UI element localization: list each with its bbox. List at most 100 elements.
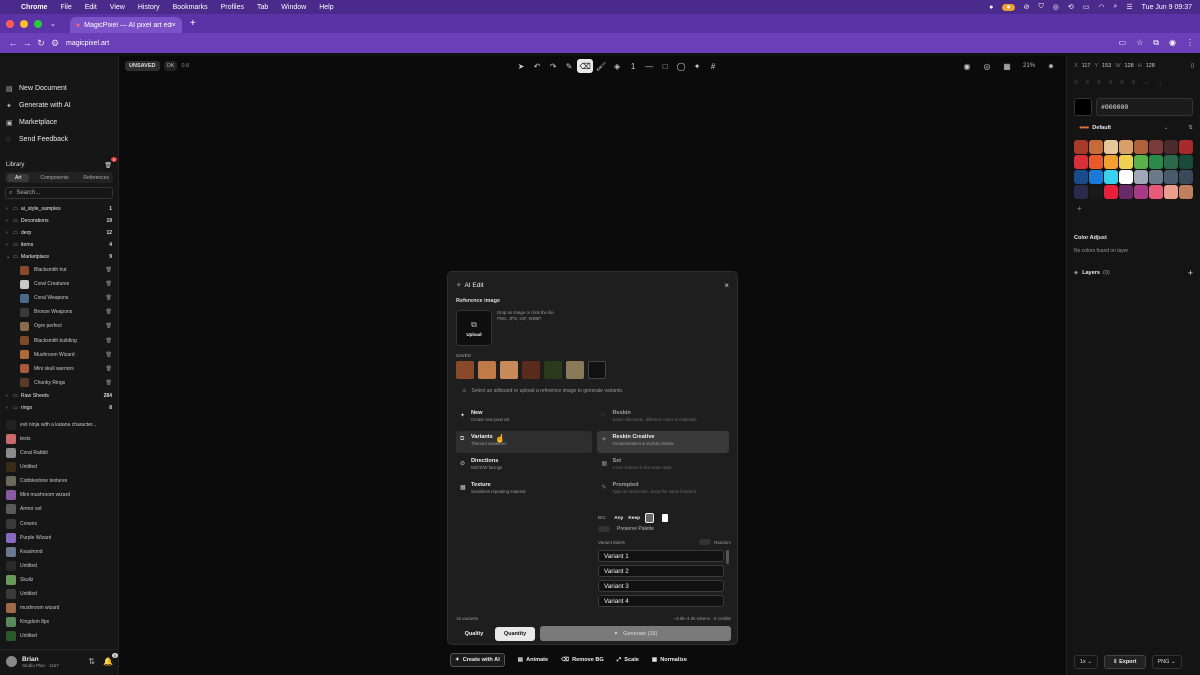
browser-tab[interactable]: ● MagicPixel — AI pixel art edit × [69, 17, 182, 33]
document-item[interactable]: evil ninja with a katana character... [0, 418, 118, 432]
close-icon[interactable]: × [724, 281, 729, 290]
document-item[interactable]: Coral Rabbit [0, 446, 118, 460]
library-search[interactable]: ⌕ Search... [5, 187, 113, 199]
trash-icon[interactable]: 🗑 [106, 281, 112, 287]
align-left-icon[interactable]: ≡ [1074, 80, 1078, 86]
mode-option-reskin[interactable]: ◌ Reskin Same silhouette, different colors… [597, 407, 729, 429]
folder-row[interactable]: ⌄ ▭ Marketplace 9 [0, 251, 118, 263]
pencil-icon[interactable]: ✎ [561, 59, 577, 73]
export-button[interactable]: ⇩ Export [1103, 655, 1146, 669]
document-item[interactable]: Purple Wizard [0, 531, 118, 545]
document-item[interactable]: Untitled [0, 559, 118, 573]
wifi-icon[interactable]: ◠ [1098, 3, 1104, 11]
mode-option-set[interactable]: ▦ Set A set of items in the same style [597, 455, 729, 477]
library-item[interactable]: Bronze Weapons 🗑 [0, 305, 118, 319]
color-swatch[interactable] [1104, 185, 1118, 199]
distribute-v-icon[interactable]: ⋮ [1157, 80, 1163, 87]
back-icon[interactable]: ← [6, 38, 20, 48]
battery-icon[interactable]: ▭ [1083, 3, 1090, 11]
globe-icon[interactable]: ◎ [1053, 3, 1059, 11]
color-swatch[interactable] [1179, 140, 1193, 154]
variant-label-input[interactable]: Variant 2 [598, 565, 724, 577]
color-swatch[interactable] [1149, 155, 1163, 169]
trash-icon[interactable]: 🗑 [106, 380, 112, 386]
generate-ai-item[interactable]: ✦ Generate with AI [0, 97, 118, 114]
bg-any-option[interactable]: Any [614, 516, 623, 521]
library-item[interactable]: Chunky Rings 🗑 [0, 376, 118, 390]
magic-wand-icon[interactable]: ✦ [689, 59, 705, 73]
color-swatch[interactable] [1134, 155, 1148, 169]
preserve-palette-toggle[interactable] [598, 526, 610, 532]
color-swatch[interactable] [1089, 155, 1103, 169]
variant-label-input[interactable]: Variant 1 [598, 550, 724, 562]
zoom-level[interactable]: 21% [1023, 63, 1035, 69]
layers-header[interactable]: ◈ Layers (0) + [1074, 268, 1193, 278]
animate-button[interactable]: ▤ Animate [518, 657, 548, 663]
color-swatch[interactable] [1134, 185, 1148, 199]
align-center-icon[interactable]: ≡ [1086, 80, 1090, 86]
document-item[interactable]: Cobblestone textures [0, 474, 118, 488]
color-swatch[interactable] [1164, 140, 1178, 154]
saved-thumb[interactable] [544, 361, 562, 379]
saved-thumb[interactable] [456, 361, 474, 379]
color-swatch[interactable] [1179, 155, 1193, 169]
saved-thumb[interactable] [500, 361, 518, 379]
user-profile[interactable]: Brian Studio Plan · 1167 ⇅ 🔔 5 [0, 649, 119, 673]
tab-search-icon[interactable]: ⌄ [50, 20, 56, 28]
document-item[interactable]: Untitled [0, 629, 118, 643]
trash-icon[interactable]: 🗑 [106, 323, 112, 329]
color-swatch[interactable] [1179, 170, 1193, 184]
bookmark-star-icon[interactable]: ☆ [1136, 38, 1143, 48]
align-bottom-icon[interactable]: ≡ [1132, 80, 1136, 86]
color-swatch[interactable] [1074, 170, 1088, 184]
document-item[interactable]: Armor set [0, 502, 118, 516]
document-item[interactable]: Kingdom 8px [0, 615, 118, 629]
menu-tab[interactable]: Tab [257, 4, 268, 11]
zoom-window-icon[interactable] [34, 19, 42, 28]
sync-icon[interactable]: ⟲ [1068, 3, 1074, 11]
color-swatch[interactable] [1164, 155, 1178, 169]
control-center-icon[interactable]: ☰ [1126, 3, 1132, 11]
folder-row[interactable]: › ▭ derp 12 [0, 227, 118, 239]
clock[interactable]: Tue Jun 9 09:37 [1142, 4, 1192, 11]
color-swatch[interactable] [1149, 185, 1163, 199]
folder-row[interactable]: › ▭ items 4 [0, 239, 118, 251]
cast-icon[interactable]: ▭ [1119, 38, 1127, 48]
trash-icon[interactable]: 🗑 [106, 338, 112, 344]
trash-icon[interactable]: 🗑 6 [104, 156, 117, 169]
bell-icon[interactable]: 🔔 5 [103, 653, 118, 666]
grid-select-icon[interactable]: # [705, 59, 721, 73]
menu-help[interactable]: Help [319, 4, 333, 11]
mute-icon[interactable]: ⊘ [1024, 3, 1030, 11]
line-icon[interactable]: — [641, 59, 657, 73]
saved-thumb[interactable] [478, 361, 496, 379]
search-icon[interactable]: ⌕ [1113, 3, 1117, 11]
scrollbar[interactable] [726, 550, 729, 564]
undo-icon[interactable]: ↶ [529, 59, 545, 73]
format-select[interactable]: PNG ⌄ [1151, 655, 1182, 669]
align-right-icon[interactable]: ≡ [1097, 80, 1101, 86]
folder-row[interactable]: › ▭ Decorations 19 [0, 215, 118, 227]
document-item[interactable]: Keashond [0, 545, 118, 559]
brush-icon[interactable]: 🖌 [593, 59, 609, 73]
onion-skin-icon[interactable]: ◎ [979, 59, 995, 73]
library-item[interactable]: Coral Creatures 🗑 [0, 277, 118, 291]
mode-option-prompted[interactable]: ✎ Prompted Type an instruction, keep the s… [597, 479, 729, 501]
menu-bookmarks[interactable]: Bookmarks [173, 4, 208, 11]
rectangle-icon[interactable]: □ [657, 59, 673, 73]
shield-icon[interactable]: ⛉ [1038, 3, 1043, 11]
scale-button[interactable]: ⤢ Scale [617, 657, 639, 664]
folder-row[interactable]: › ▭ ai_style_samples 1 [0, 203, 118, 215]
accent-status-icon[interactable]: ● [1002, 3, 1015, 11]
trash-icon[interactable]: 🗑 [106, 309, 112, 315]
menu-history[interactable]: History [138, 4, 160, 11]
folder-row[interactable]: › ▭ rings 8 [0, 402, 118, 414]
settings-gear-icon[interactable]: ✷ [1043, 59, 1059, 73]
color-swatch[interactable] [1074, 185, 1088, 199]
remove-bg-button[interactable]: ⌫ Remove BG [561, 657, 604, 663]
menu-edit[interactable]: Edit [85, 4, 97, 11]
color-swatch[interactable] [1104, 170, 1118, 184]
add-layer-icon[interactable]: + [1188, 268, 1193, 278]
saved-thumb[interactable] [522, 361, 540, 379]
folder-row[interactable]: › ▭ Raw Sheets 284 [0, 390, 118, 402]
